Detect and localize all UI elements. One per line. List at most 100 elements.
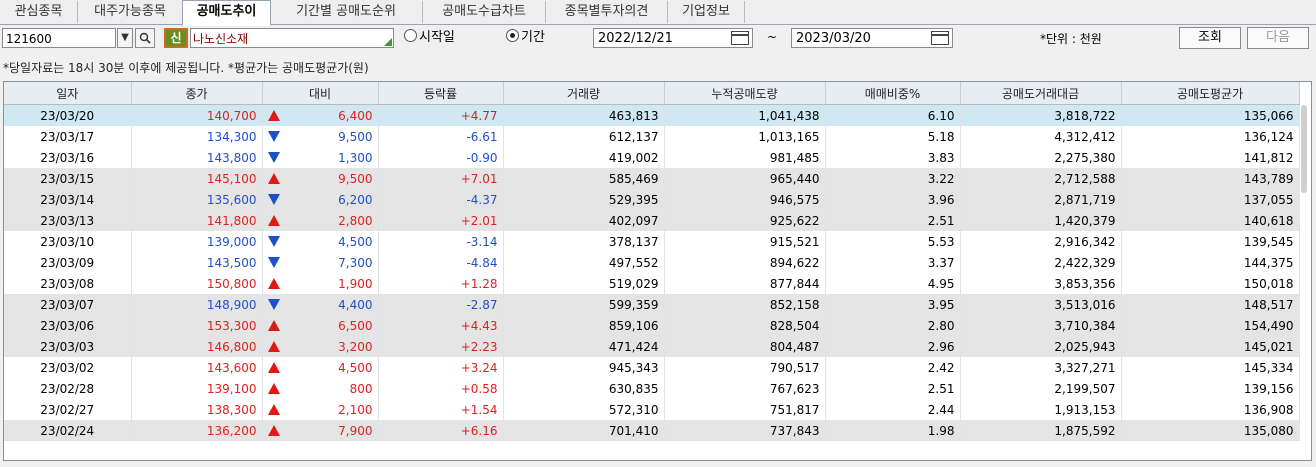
- cell-date: 23/03/15: [4, 168, 132, 189]
- tab-watchlist[interactable]: 관심종목: [0, 1, 78, 23]
- cell-avg: 136,124: [1121, 126, 1300, 147]
- cell-volume: 945,343: [503, 357, 665, 378]
- cell-volume: 471,424: [503, 336, 665, 357]
- table-row[interactable]: 23/03/08 150,800 1,900 +1.28 519,029 877,844 4…: [4, 273, 1300, 294]
- radio-start-date[interactable]: 시작일: [404, 28, 455, 48]
- tab-short-chart[interactable]: 공매도수급차트: [423, 1, 546, 23]
- col-rate[interactable]: 등락률: [378, 82, 504, 105]
- col-change[interactable]: 대비: [262, 82, 379, 105]
- cell-avg: 137,055: [1121, 189, 1300, 210]
- cell-change: 4,400: [286, 294, 379, 315]
- table-row[interactable]: 23/03/16 143,800 1,300 -0.90 419,002 981,485 3…: [4, 147, 1300, 168]
- cell-avg: 143,789: [1121, 168, 1300, 189]
- cell-rate: +4.43: [378, 315, 504, 336]
- cell-avg: 140,618: [1121, 210, 1300, 231]
- col-volume[interactable]: 거래량: [503, 82, 665, 105]
- table-row[interactable]: 23/03/14 135,600 6,200 -4.37 529,395 946,575 3…: [4, 189, 1300, 210]
- table-row[interactable]: 23/03/17 134,300 9,500 -6.61 612,137 1,013,16…: [4, 126, 1300, 147]
- cell-volume: 599,359: [503, 294, 665, 315]
- cell-date: 23/03/03: [4, 336, 132, 357]
- tab-investment-opinion[interactable]: 종목별투자의견: [546, 1, 668, 23]
- triangle-up-icon: [268, 361, 281, 373]
- cell-cum-short: 737,843: [664, 420, 826, 441]
- triangle-up-icon: [268, 340, 281, 352]
- col-ratio[interactable]: 매매비중%: [825, 82, 961, 105]
- date-to-input[interactable]: 2023/03/20: [791, 28, 953, 48]
- cell-close: 136,200: [131, 420, 263, 441]
- search-code-button[interactable]: [135, 28, 155, 48]
- up-arrow-icon: [262, 420, 286, 441]
- cell-amount: 2,025,943: [960, 336, 1122, 357]
- cell-ratio: 1.98: [825, 420, 961, 441]
- tab-company-info[interactable]: 기업정보: [668, 1, 745, 23]
- cell-amount: 1,875,592: [960, 420, 1122, 441]
- col-close[interactable]: 종가: [131, 82, 263, 105]
- header-row: 일자 종가 대비 등락률 거래량 누적공매도량 매매비중% 공매도거래대금 공매…: [4, 82, 1300, 105]
- search-button[interactable]: 조회: [1179, 27, 1241, 49]
- cell-volume: 630,835: [503, 378, 665, 399]
- calendar-icon[interactable]: [731, 31, 749, 45]
- date-separator: ~: [767, 30, 778, 44]
- cell-amount: 2,712,588: [960, 168, 1122, 189]
- cell-volume: 612,137: [503, 126, 665, 147]
- cell-change: 1,300: [286, 147, 379, 168]
- table-row[interactable]: 23/03/15 145,100 9,500 +7.01 585,469 965,440 3…: [4, 168, 1300, 189]
- table-row[interactable]: 23/03/06 153,300 6,500 +4.43 859,106 828,504 2…: [4, 315, 1300, 336]
- cell-cum-short: 946,575: [664, 189, 826, 210]
- table-row[interactable]: 23/03/10 139,000 4,500 -3.14 378,137 915,521 5…: [4, 231, 1300, 252]
- table-row[interactable]: 23/03/09 143,500 7,300 -4.84 497,552 894,622 3…: [4, 252, 1300, 273]
- cell-cum-short: 852,158: [664, 294, 826, 315]
- tab-short-ranking[interactable]: 기간별 공매도순위: [270, 1, 423, 23]
- stock-code-input[interactable]: 121600: [2, 28, 116, 48]
- cell-rate: +7.01: [378, 168, 504, 189]
- cell-avg: 145,021: [1121, 336, 1300, 357]
- cell-close: 139,000: [131, 231, 263, 252]
- date-from-input[interactable]: 2022/12/21: [593, 28, 753, 48]
- cell-close: 140,700: [131, 104, 263, 126]
- cell-date: 23/03/20: [4, 104, 132, 126]
- radio-start-label: 시작일: [419, 30, 455, 45]
- triangle-up-icon: [268, 319, 281, 331]
- cell-amount: 2,871,719: [960, 189, 1122, 210]
- table-row[interactable]: 23/02/27 138,300 2,100 +1.54 572,310 751,817 2…: [4, 399, 1300, 420]
- cell-rate: +1.28: [378, 273, 504, 294]
- col-date[interactable]: 일자: [4, 82, 132, 105]
- radio-selected-icon: [506, 29, 519, 42]
- tab-borrowable[interactable]: 대주가능종목: [78, 1, 183, 23]
- cell-close: 146,800: [131, 336, 263, 357]
- cell-date: 23/03/02: [4, 357, 132, 378]
- table-row[interactable]: 23/03/13 141,800 2,800 +2.01 402,097 925,622 2…: [4, 210, 1300, 231]
- col-cum-short[interactable]: 누적공매도량: [664, 82, 826, 105]
- col-amount[interactable]: 공매도거래대금: [960, 82, 1122, 105]
- vertical-scrollbar[interactable]: [1301, 105, 1307, 193]
- cell-avg: 150,018: [1121, 273, 1300, 294]
- cell-change: 6,500: [286, 315, 379, 336]
- table-row[interactable]: 23/03/03 146,800 3,200 +2.23 471,424 804,487 2…: [4, 336, 1300, 357]
- cell-amount: 3,513,016: [960, 294, 1122, 315]
- table-row[interactable]: 23/03/07 148,900 4,400 -2.87 599,359 852,158 3…: [4, 294, 1300, 315]
- table-row[interactable]: 23/02/28 139,100 800 +0.58 630,835 767,623 2.5…: [4, 378, 1300, 399]
- cell-change: 4,500: [286, 357, 379, 378]
- cell-date: 23/03/10: [4, 231, 132, 252]
- cell-ratio: 5.53: [825, 231, 961, 252]
- table-row[interactable]: 23/03/02 143,600 4,500 +3.24 945,343 790,517 2…: [4, 357, 1300, 378]
- down-arrow-icon: [262, 231, 286, 252]
- radio-period[interactable]: 기간: [506, 28, 545, 48]
- cell-change: 7,300: [286, 252, 379, 273]
- cell-avg: 148,517: [1121, 294, 1300, 315]
- calendar-icon[interactable]: [931, 31, 949, 45]
- cell-rate: -4.37: [378, 189, 504, 210]
- cell-volume: 497,552: [503, 252, 665, 273]
- table-row[interactable]: 23/03/20 140,700 6,400 +4.77 463,813 1,041,43…: [4, 104, 1300, 126]
- col-avg-price[interactable]: 공매도평균가: [1121, 82, 1300, 105]
- next-button[interactable]: 다음: [1247, 27, 1309, 49]
- cell-volume: 419,002: [503, 147, 665, 168]
- cell-close: 139,100: [131, 378, 263, 399]
- cell-date: 23/03/09: [4, 252, 132, 273]
- cell-change: 7,900: [286, 420, 379, 441]
- tab-short-trend[interactable]: 공매도추이: [182, 0, 271, 26]
- cell-amount: 3,818,722: [960, 104, 1122, 126]
- table-row[interactable]: 23/02/24 136,200 7,900 +6.16 701,410 737,843 1…: [4, 420, 1300, 441]
- code-dropdown-button[interactable]: ▼: [117, 28, 133, 48]
- cell-date: 23/02/24: [4, 420, 132, 441]
